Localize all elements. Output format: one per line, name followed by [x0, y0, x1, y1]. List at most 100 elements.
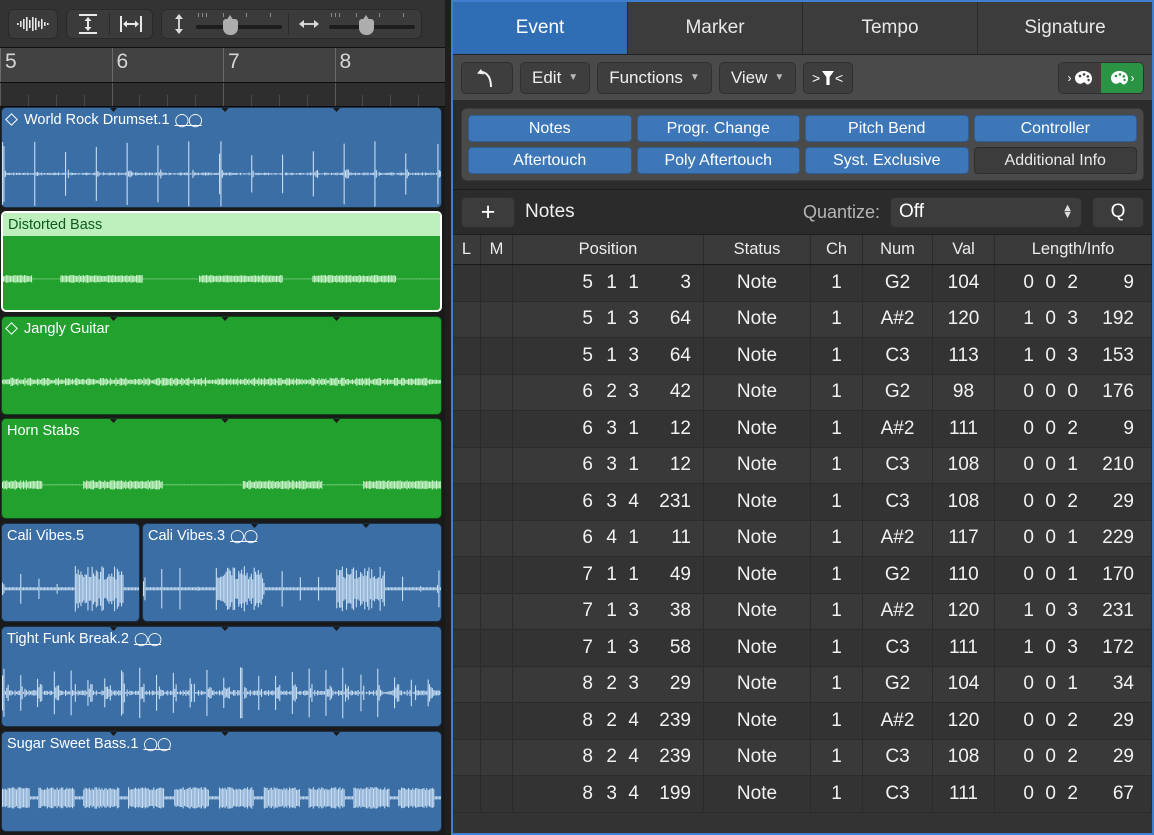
add-event-button[interactable]: + [461, 197, 515, 228]
cell-num[interactable]: A#2 [863, 521, 933, 557]
cell-num[interactable]: C3 [863, 740, 933, 776]
cell-mute[interactable] [481, 740, 513, 776]
cell-position[interactable]: 63112 [513, 411, 704, 447]
cell-channel[interactable]: 1 [811, 594, 863, 630]
cell-status[interactable]: Note [704, 703, 811, 739]
column-header-l[interactable]: L [453, 235, 481, 264]
cell-position[interactable]: 63112 [513, 448, 704, 484]
event-filter-syst-exclusive[interactable]: Syst. Exclusive [805, 147, 969, 174]
cell-channel[interactable]: 1 [811, 703, 863, 739]
cell-loop[interactable] [453, 667, 481, 703]
cell-channel[interactable]: 1 [811, 411, 863, 447]
cell-val[interactable]: 113 [933, 338, 995, 374]
cell-loop[interactable] [453, 521, 481, 557]
event-table-body[interactable]: 5113Note1G2104002951364Note1A#2120103192… [453, 265, 1152, 833]
cell-mute[interactable] [481, 375, 513, 411]
cell-val[interactable]: 104 [933, 265, 995, 301]
table-row[interactable]: 63112Note1A#21110029 [453, 411, 1152, 448]
cell-val[interactable]: 98 [933, 375, 995, 411]
event-filter-poly-aftertouch[interactable]: Poly Aftertouch [637, 147, 801, 174]
cell-val[interactable]: 120 [933, 594, 995, 630]
cell-mute[interactable] [481, 411, 513, 447]
table-row[interactable]: 834199Note1C311100267 [453, 776, 1152, 813]
cell-mute[interactable] [481, 557, 513, 593]
cell-channel[interactable]: 1 [811, 776, 863, 812]
region[interactable]: Jangly Guitar [1, 316, 442, 415]
cell-status[interactable]: Note [704, 630, 811, 666]
cell-channel[interactable]: 1 [811, 521, 863, 557]
column-header-m[interactable]: M [481, 235, 513, 264]
cell-val[interactable]: 111 [933, 630, 995, 666]
event-filter-controller[interactable]: Controller [974, 115, 1138, 142]
cell-position[interactable]: 634231 [513, 484, 704, 520]
region[interactable]: Distorted Bass [1, 211, 442, 312]
cell-loop[interactable] [453, 338, 481, 374]
link-button[interactable]: › [1101, 63, 1143, 93]
cell-position[interactable]: 71358 [513, 630, 704, 666]
cell-channel[interactable]: 1 [811, 630, 863, 666]
cell-loop[interactable] [453, 594, 481, 630]
cell-length-info[interactable]: 000176 [995, 375, 1152, 411]
cell-num[interactable]: C3 [863, 776, 933, 812]
cell-length-info[interactable]: 0029 [995, 265, 1152, 301]
quantize-apply-button[interactable]: Q [1092, 197, 1144, 228]
cell-position[interactable]: 51364 [513, 302, 704, 338]
cell-length-info[interactable]: 00134 [995, 667, 1152, 703]
table-row[interactable]: 71338Note1A#2120103231 [453, 594, 1152, 631]
cell-status[interactable]: Note [704, 265, 811, 301]
cell-position[interactable]: 82329 [513, 667, 704, 703]
table-row[interactable]: 5113Note1G21040029 [453, 265, 1152, 302]
cell-length-info[interactable]: 103231 [995, 594, 1152, 630]
view-menu[interactable]: View ▼ [719, 62, 796, 94]
cell-loop[interactable] [453, 776, 481, 812]
back-button[interactable] [461, 62, 513, 94]
cell-position[interactable]: 5113 [513, 265, 704, 301]
cell-loop[interactable] [453, 557, 481, 593]
track-area[interactable]: World Rock Drumset.1◯◯Distorted BassJang… [0, 107, 445, 835]
table-row[interactable]: 634231Note1C310800229 [453, 484, 1152, 521]
cell-mute[interactable] [481, 594, 513, 630]
cell-length-info[interactable]: 00229 [995, 703, 1152, 739]
table-row[interactable]: 82329Note1G210400134 [453, 667, 1152, 704]
cell-channel[interactable]: 1 [811, 338, 863, 374]
cell-loop[interactable] [453, 740, 481, 776]
cell-channel[interactable]: 1 [811, 667, 863, 703]
event-filter-notes[interactable]: Notes [468, 115, 632, 142]
functions-menu[interactable]: Functions ▼ [597, 62, 712, 94]
cell-status[interactable]: Note [704, 448, 811, 484]
cell-loop[interactable] [453, 265, 481, 301]
cell-position[interactable]: 71338 [513, 594, 704, 630]
region[interactable]: Sugar Sweet Bass.1◯◯ [1, 731, 442, 832]
horizontal-zoom-slider[interactable] [329, 12, 415, 36]
cell-position[interactable]: 71149 [513, 557, 704, 593]
cell-status[interactable]: Note [704, 521, 811, 557]
cell-status[interactable]: Note [704, 484, 811, 520]
cell-length-info[interactable]: 103153 [995, 338, 1152, 374]
table-row[interactable]: 824239Note1A#212000229 [453, 703, 1152, 740]
cell-num[interactable]: G2 [863, 667, 933, 703]
cell-mute[interactable] [481, 265, 513, 301]
cell-num[interactable]: C3 [863, 630, 933, 666]
horizontal-fit-button[interactable] [110, 10, 152, 38]
cell-loop[interactable] [453, 375, 481, 411]
event-filter-pitch-bend[interactable]: Pitch Bend [805, 115, 969, 142]
table-row[interactable]: 71358Note1C3111103172 [453, 630, 1152, 667]
slider-knob[interactable] [359, 19, 374, 35]
cell-status[interactable]: Note [704, 375, 811, 411]
cell-mute[interactable] [481, 448, 513, 484]
cell-status[interactable]: Note [704, 740, 811, 776]
cell-status[interactable]: Note [704, 667, 811, 703]
cell-status[interactable]: Note [704, 557, 811, 593]
cell-mute[interactable] [481, 484, 513, 520]
cell-mute[interactable] [481, 521, 513, 557]
cell-length-info[interactable]: 001210 [995, 448, 1152, 484]
tab-signature[interactable]: Signature [978, 2, 1152, 54]
region[interactable]: Cali Vibes.3◯◯ [142, 523, 442, 622]
cell-mute[interactable] [481, 667, 513, 703]
cell-length-info[interactable]: 001229 [995, 521, 1152, 557]
region[interactable]: World Rock Drumset.1◯◯ [1, 107, 442, 208]
cell-channel[interactable]: 1 [811, 375, 863, 411]
cell-num[interactable]: A#2 [863, 703, 933, 739]
beat-ruler[interactable] [0, 83, 445, 107]
cell-loop[interactable] [453, 411, 481, 447]
